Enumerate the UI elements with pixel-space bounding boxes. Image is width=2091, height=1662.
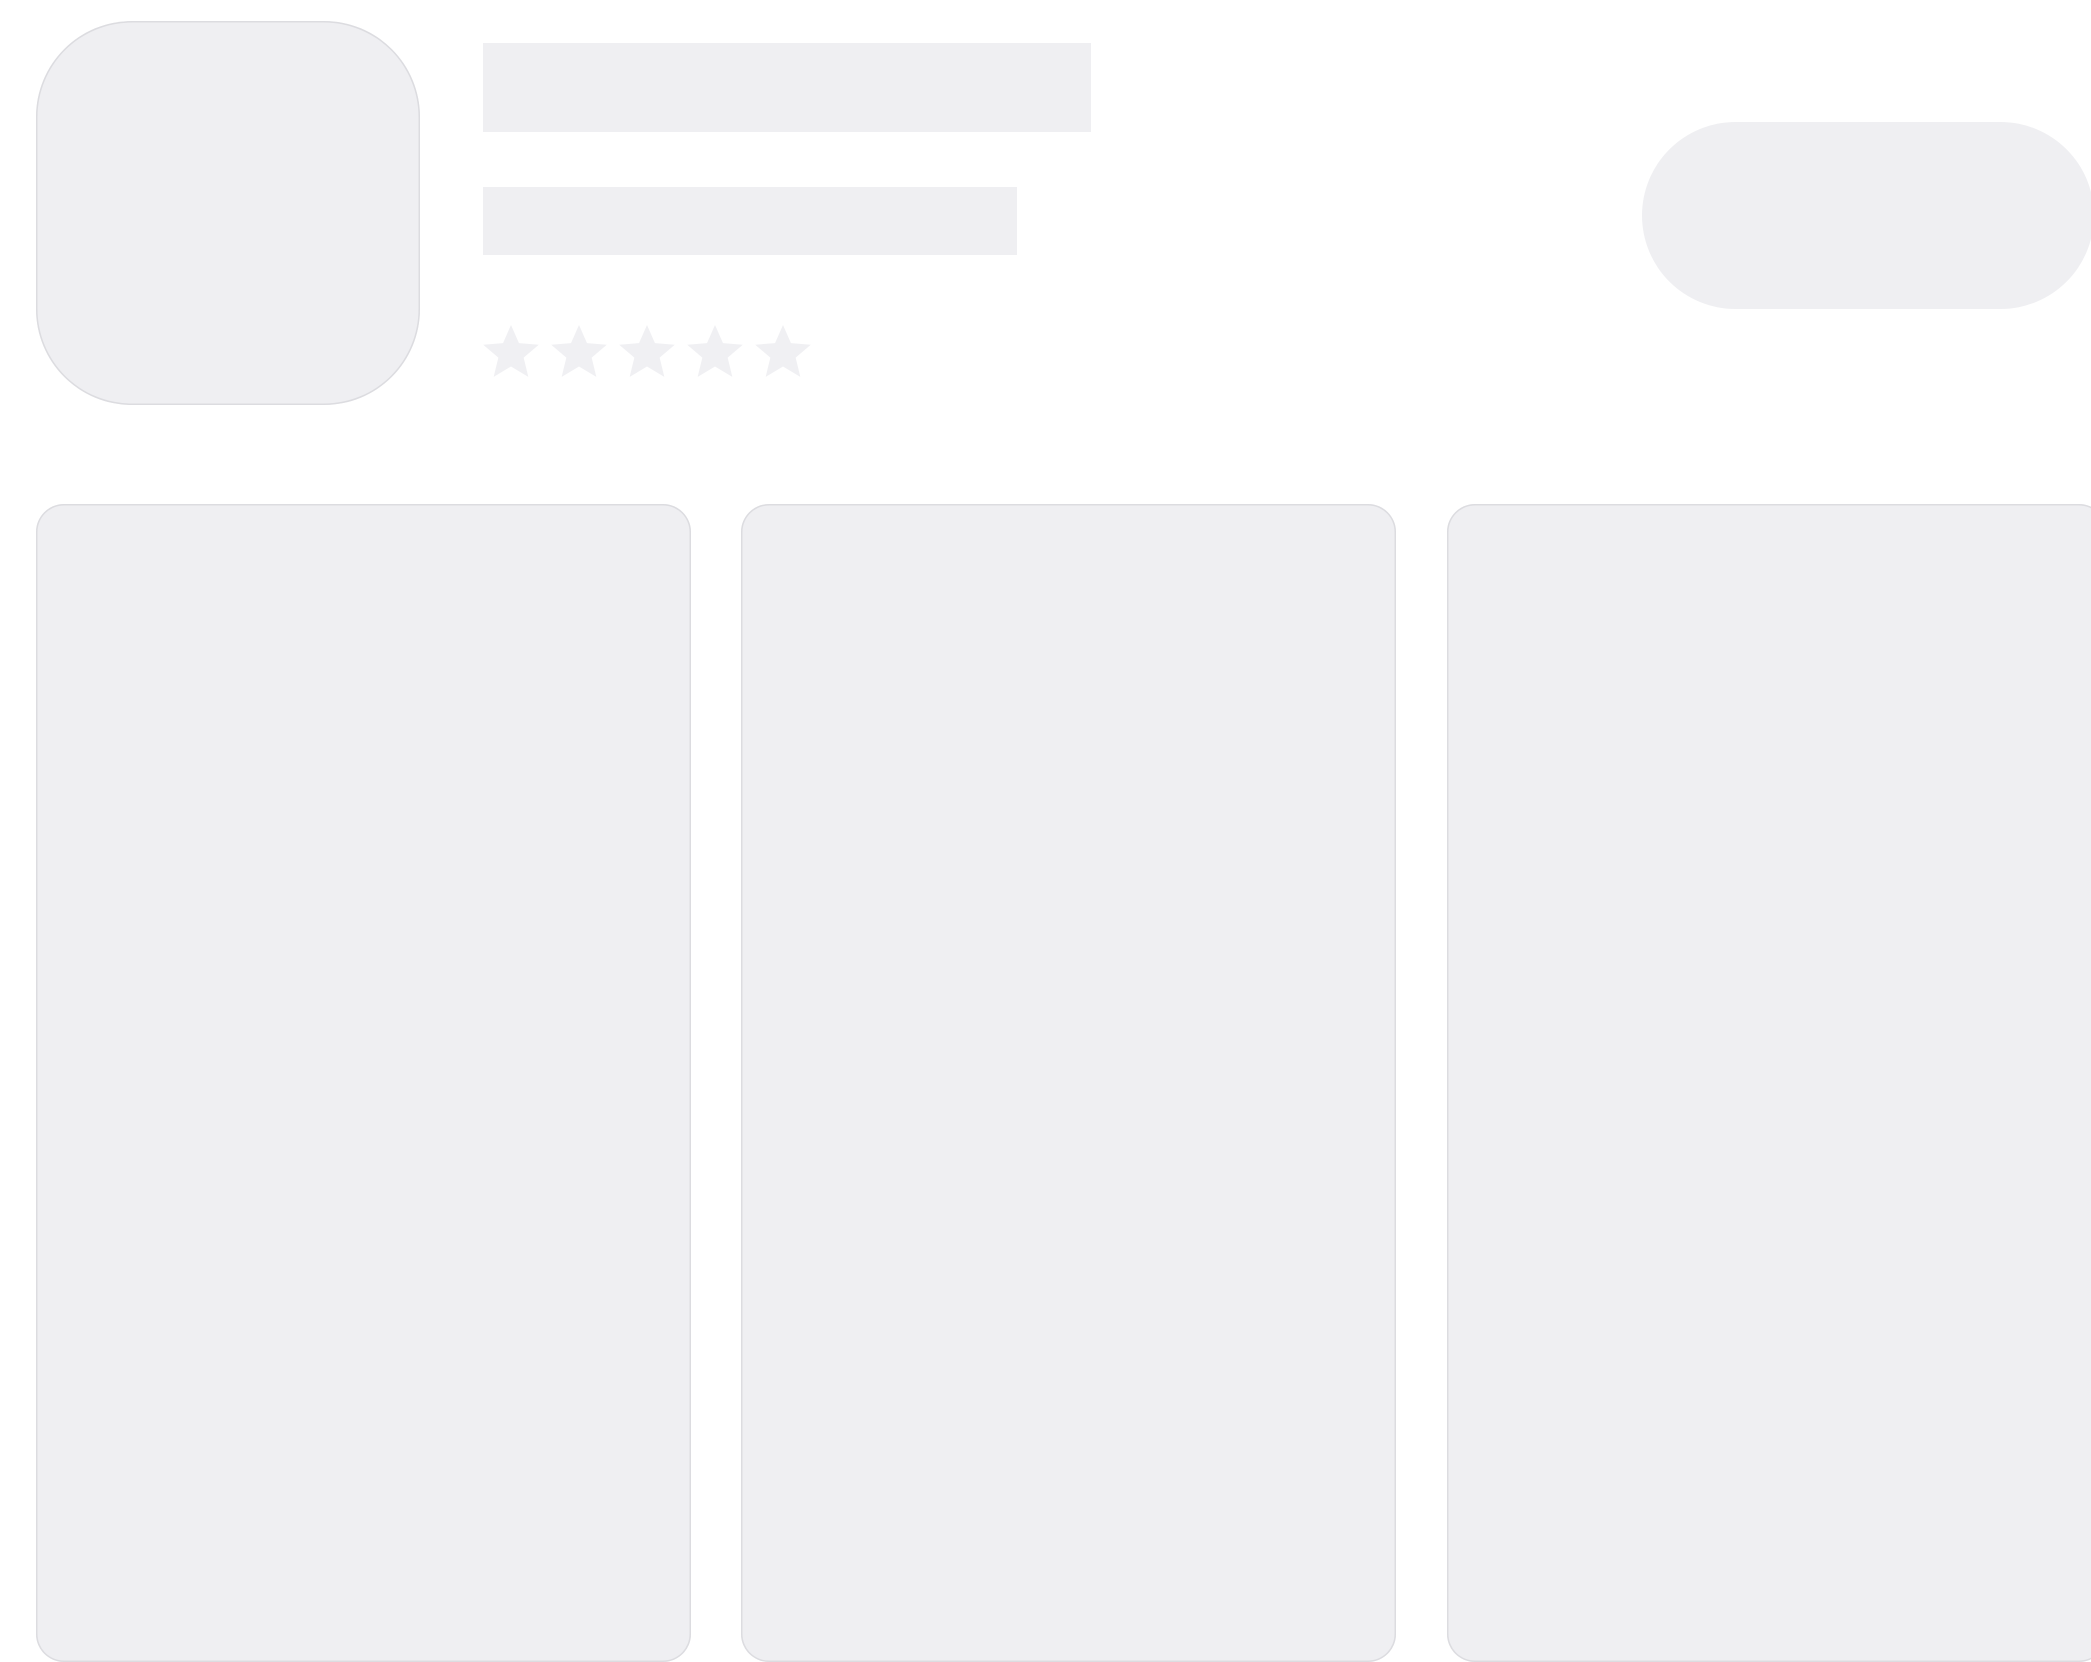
star-icon [755,324,811,377]
get-button-placeholder[interactable] [1642,122,2091,309]
star-icon [551,324,607,377]
screenshot-placeholder-1[interactable] [36,504,691,1662]
app-listing-skeleton [0,0,2091,1662]
app-subtitle-placeholder [483,187,1017,255]
star-icon [687,324,743,377]
app-title-placeholder [483,43,1091,132]
star-rating [478,320,816,388]
screenshot-placeholder-2[interactable] [741,504,1396,1662]
star-icon [619,324,675,377]
star-icon [483,324,539,377]
screenshot-placeholder-3[interactable] [1447,504,2091,1662]
app-icon-placeholder [36,21,420,405]
